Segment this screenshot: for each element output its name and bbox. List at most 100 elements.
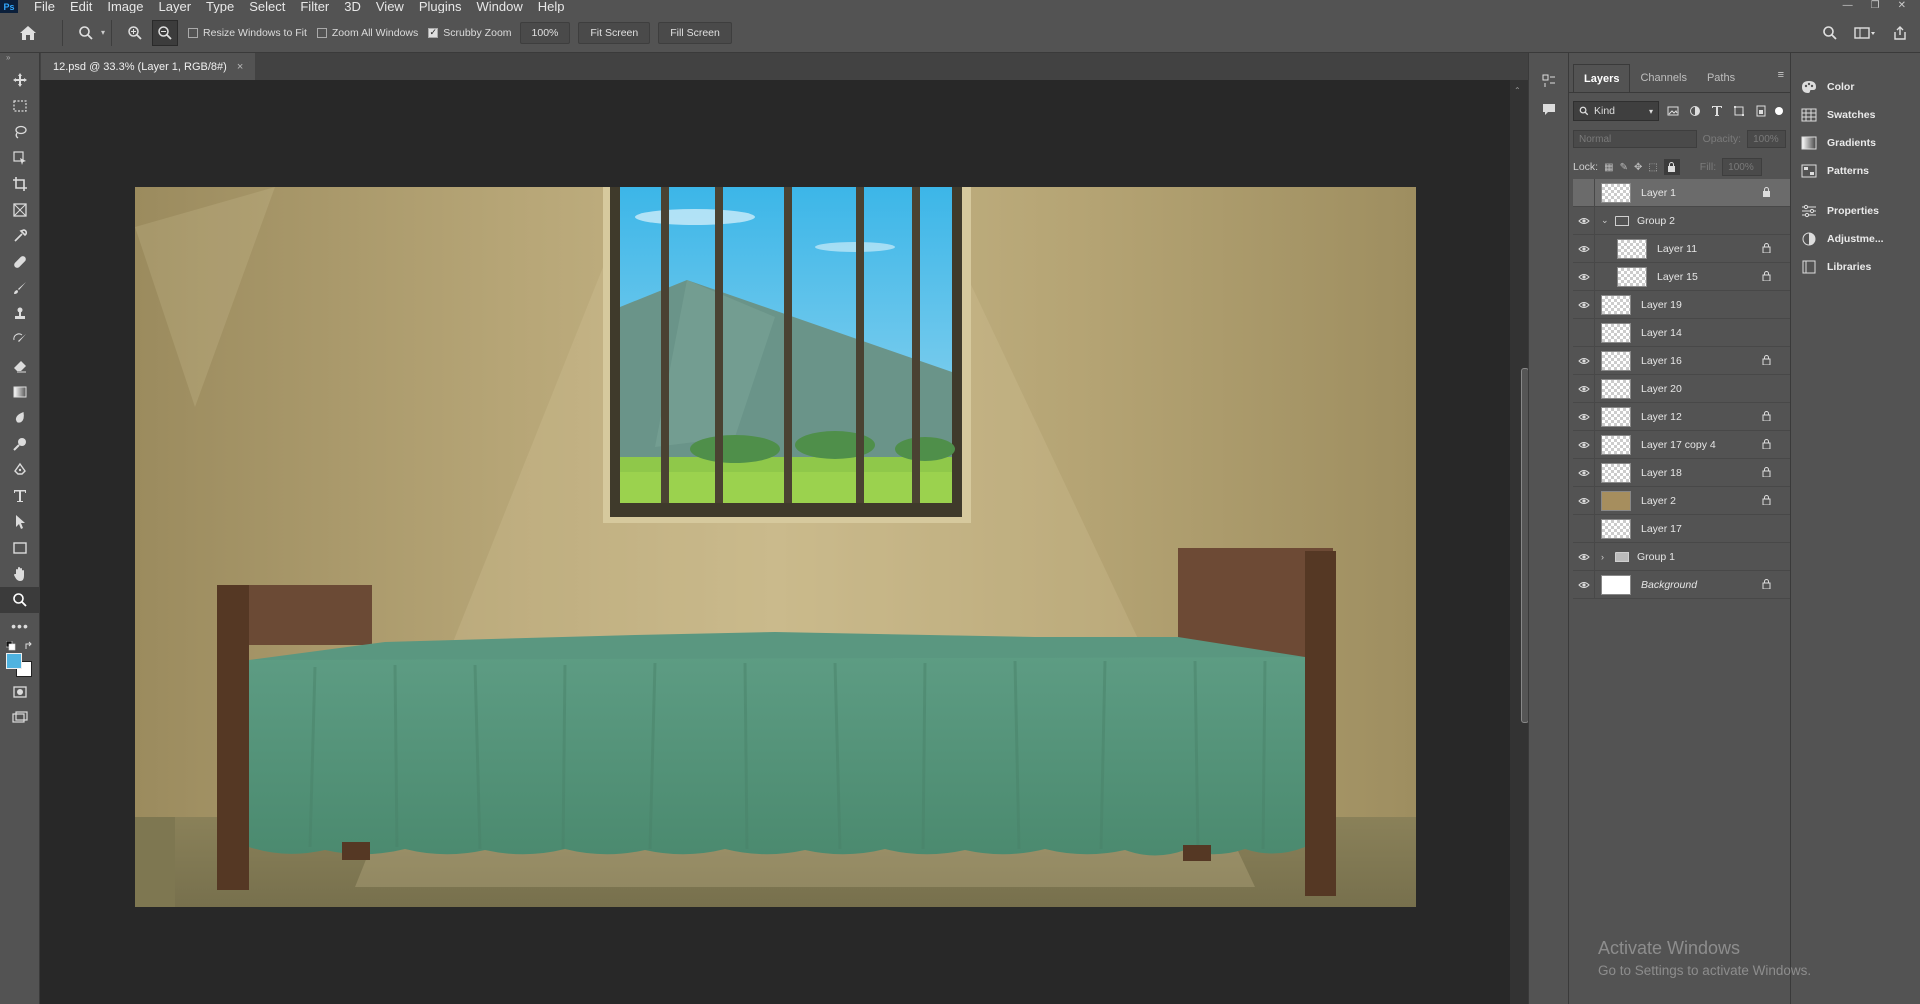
- lasso-tool[interactable]: [0, 119, 40, 145]
- layer-row[interactable]: Layer 19: [1573, 290, 1791, 319]
- filter-type-button[interactable]: [1709, 103, 1725, 119]
- document-tab[interactable]: 12.psd @ 33.3% (Layer 1, RGB/8#) ×: [41, 53, 256, 80]
- zoom-out-button[interactable]: [152, 19, 179, 46]
- visibility-toggle-off[interactable]: [1573, 514, 1595, 543]
- rectangle-tool[interactable]: [0, 535, 40, 561]
- filter-pixel-button[interactable]: [1665, 103, 1681, 119]
- eye-icon[interactable]: [1573, 402, 1595, 431]
- move-tool[interactable]: [0, 67, 40, 93]
- zoom-in-button[interactable]: [122, 20, 148, 46]
- minimize-icon[interactable]: —: [1843, 0, 1853, 11]
- adjustments-panel-button[interactable]: Adjustme...: [1791, 225, 1920, 253]
- visibility-toggle-off[interactable]: [1573, 318, 1595, 347]
- properties-panel-button[interactable]: Properties: [1791, 197, 1920, 225]
- menu-select[interactable]: Select: [249, 0, 285, 13]
- blend-mode-select[interactable]: Normal: [1573, 130, 1697, 148]
- expand-group-icon[interactable]: ⌄: [1601, 215, 1611, 226]
- layer-row[interactable]: Layer 2: [1573, 486, 1791, 515]
- menu-filter[interactable]: Filter: [300, 0, 329, 13]
- menu-view[interactable]: View: [376, 0, 404, 13]
- menu-plugins[interactable]: Plugins: [419, 0, 462, 13]
- layer-row[interactable]: Layer 14: [1573, 318, 1791, 347]
- visibility-toggle-off[interactable]: [1573, 178, 1595, 207]
- layer-row[interactable]: Layer 20: [1573, 374, 1791, 403]
- filter-adjustment-button[interactable]: [1687, 103, 1703, 119]
- eye-icon[interactable]: [1573, 570, 1595, 599]
- comments-panel-button[interactable]: [1529, 95, 1569, 123]
- fill-screen-button[interactable]: Fill Screen: [658, 21, 732, 44]
- layer-row[interactable]: Layer 17: [1573, 514, 1791, 543]
- collapse-icon[interactable]: »: [0, 53, 39, 67]
- zoom-value-field[interactable]: 100%: [519, 21, 571, 44]
- tab-layers[interactable]: Layers: [1573, 64, 1631, 92]
- menu-image[interactable]: Image: [107, 0, 143, 13]
- object-selection-tool[interactable]: [0, 145, 40, 171]
- vertical-scrollbar[interactable]: ⌃: [1510, 80, 1529, 1004]
- eye-icon[interactable]: [1573, 374, 1595, 403]
- filter-toggle[interactable]: [1775, 107, 1783, 115]
- path-selection-tool[interactable]: [0, 509, 40, 535]
- color-panel-button[interactable]: Color: [1791, 73, 1920, 101]
- workspace-icon[interactable]: [1854, 25, 1876, 41]
- crop-tool[interactable]: [0, 171, 40, 197]
- layer-row[interactable]: Layer 1: [1573, 178, 1791, 207]
- lock-all-icon[interactable]: [1663, 159, 1680, 175]
- resize-windows-checkbox[interactable]: Resize Windows to Fit: [188, 27, 307, 39]
- layer-row[interactable]: Layer 16: [1573, 346, 1791, 375]
- screen-mode-button[interactable]: [0, 705, 40, 731]
- history-brush-tool[interactable]: [0, 327, 40, 353]
- filter-smart-object-button[interactable]: [1753, 103, 1769, 119]
- eye-icon[interactable]: [1573, 206, 1595, 235]
- layer-row[interactable]: Layer 17 copy 4: [1573, 430, 1791, 459]
- fit-screen-button[interactable]: Fit Screen: [578, 21, 651, 44]
- layer-row[interactable]: Layer 18: [1573, 458, 1791, 487]
- menu-3d[interactable]: 3D: [344, 0, 361, 13]
- pen-tool[interactable]: [0, 457, 40, 483]
- menu-file[interactable]: File: [34, 0, 55, 13]
- opacity-field[interactable]: 100%: [1747, 130, 1786, 148]
- clone-stamp-tool[interactable]: [0, 301, 40, 327]
- patterns-panel-button[interactable]: Patterns: [1791, 157, 1920, 185]
- search-icon[interactable]: [1822, 25, 1838, 41]
- eye-icon[interactable]: [1573, 458, 1595, 487]
- eye-icon[interactable]: [1573, 486, 1595, 515]
- lock-position-icon[interactable]: ✥: [1634, 162, 1642, 173]
- history-panel-button[interactable]: [1529, 67, 1569, 95]
- document-canvas[interactable]: [135, 187, 1416, 907]
- layer-row[interactable]: Layer 11: [1573, 234, 1791, 263]
- swap-colors-icon[interactable]: [24, 641, 34, 651]
- restore-icon[interactable]: ❐: [1871, 0, 1880, 11]
- lock-pixels-icon[interactable]: ✎: [1620, 162, 1628, 173]
- menu-type[interactable]: Type: [206, 0, 234, 13]
- lock-transparent-icon[interactable]: ▦: [1604, 162, 1613, 173]
- gradients-panel-button[interactable]: Gradients: [1791, 129, 1920, 157]
- eraser-tool[interactable]: [0, 353, 40, 379]
- lock-artboard-icon[interactable]: ⬚: [1648, 162, 1657, 173]
- eye-icon[interactable]: [1573, 542, 1595, 571]
- group-row[interactable]: ⌄ Group 2: [1573, 206, 1791, 235]
- eye-icon[interactable]: [1573, 262, 1595, 291]
- libraries-panel-button[interactable]: Libraries: [1791, 253, 1920, 281]
- layer-row[interactable]: Layer 12: [1573, 402, 1791, 431]
- tab-channels[interactable]: Channels: [1630, 64, 1696, 92]
- hand-tool[interactable]: [0, 561, 40, 587]
- menu-layer[interactable]: Layer: [159, 0, 192, 13]
- brush-tool[interactable]: [0, 275, 40, 301]
- menu-edit[interactable]: Edit: [70, 0, 92, 13]
- zoom-tool[interactable]: [0, 587, 40, 613]
- foreground-color-swatch[interactable]: [6, 653, 22, 669]
- type-tool[interactable]: [0, 483, 40, 509]
- scrubby-zoom-checkbox[interactable]: ✓ Scrubby Zoom: [428, 27, 512, 39]
- zoom-tool-preset[interactable]: [73, 20, 99, 46]
- fill-field[interactable]: 100%: [1722, 158, 1763, 176]
- close-tab-icon[interactable]: ×: [237, 61, 243, 73]
- blur-tool[interactable]: [0, 405, 40, 431]
- default-colors-icon[interactable]: [6, 641, 16, 651]
- panel-menu-icon[interactable]: ≡: [1778, 69, 1784, 81]
- eye-icon[interactable]: [1573, 346, 1595, 375]
- eyedropper-tool[interactable]: [0, 223, 40, 249]
- home-button[interactable]: [0, 13, 56, 53]
- eye-icon[interactable]: [1573, 290, 1595, 319]
- healing-brush-tool[interactable]: [0, 249, 40, 275]
- group-row[interactable]: › Group 1: [1573, 542, 1791, 571]
